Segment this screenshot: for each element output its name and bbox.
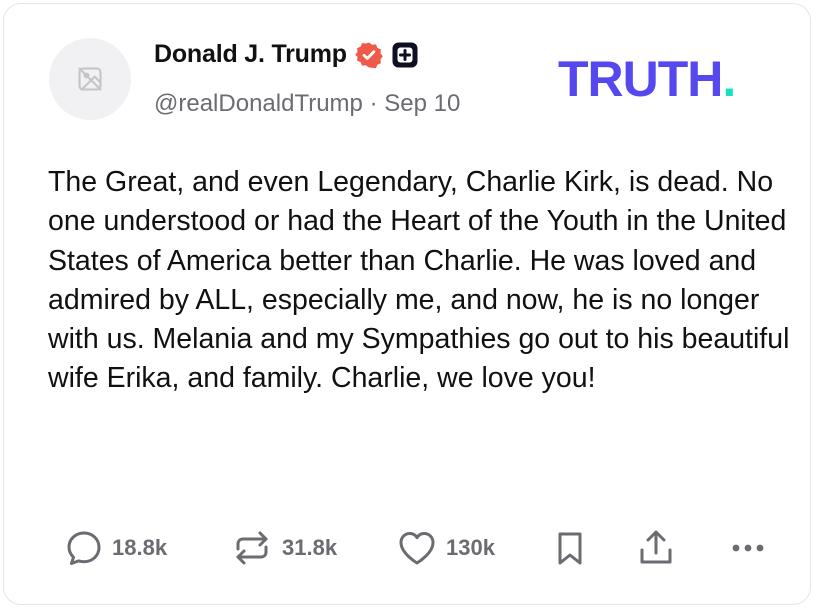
more-icon [732, 544, 764, 552]
action-bar: 18.8k 31.8k 130k [0, 520, 828, 580]
heart-icon [399, 532, 435, 565]
like-count: 130k [446, 535, 495, 560]
reply-count: 18.8k [112, 535, 168, 560]
post-text: The Great, and even Legendary, Charlie K… [48, 166, 790, 395]
author-meta: @realDonaldTrump · Sep 10 [154, 90, 460, 118]
author-name-row: Donald J. Trump [154, 40, 419, 69]
retruth-icon [236, 531, 268, 565]
post-date[interactable]: Sep 10 [384, 90, 460, 117]
image-placeholder-icon [78, 67, 102, 91]
like-button[interactable]: 130k [396, 528, 495, 568]
verified-badge-icon [355, 42, 383, 68]
retruth-count: 31.8k [282, 535, 338, 560]
logo-text: TRUTH [558, 51, 723, 107]
more-options-button[interactable] [726, 528, 770, 568]
reply-icon [67, 531, 101, 565]
bookmark-button[interactable] [550, 528, 590, 568]
truth-logo[interactable]: TRUTH. [558, 51, 736, 107]
share-button[interactable] [636, 528, 676, 568]
retruth-button[interactable]: 31.8k [230, 528, 337, 568]
reply-button[interactable]: 18.8k [64, 528, 167, 568]
logo-dot: . [722, 51, 736, 107]
share-icon [640, 530, 672, 564]
plus-badge-icon [392, 42, 418, 67]
author-display-name[interactable]: Donald J. Trump [154, 40, 347, 69]
author-handle[interactable]: @realDonaldTrump [154, 90, 363, 117]
meta-separator: · [369, 90, 378, 117]
bookmark-icon [558, 532, 582, 565]
avatar[interactable] [49, 38, 131, 120]
